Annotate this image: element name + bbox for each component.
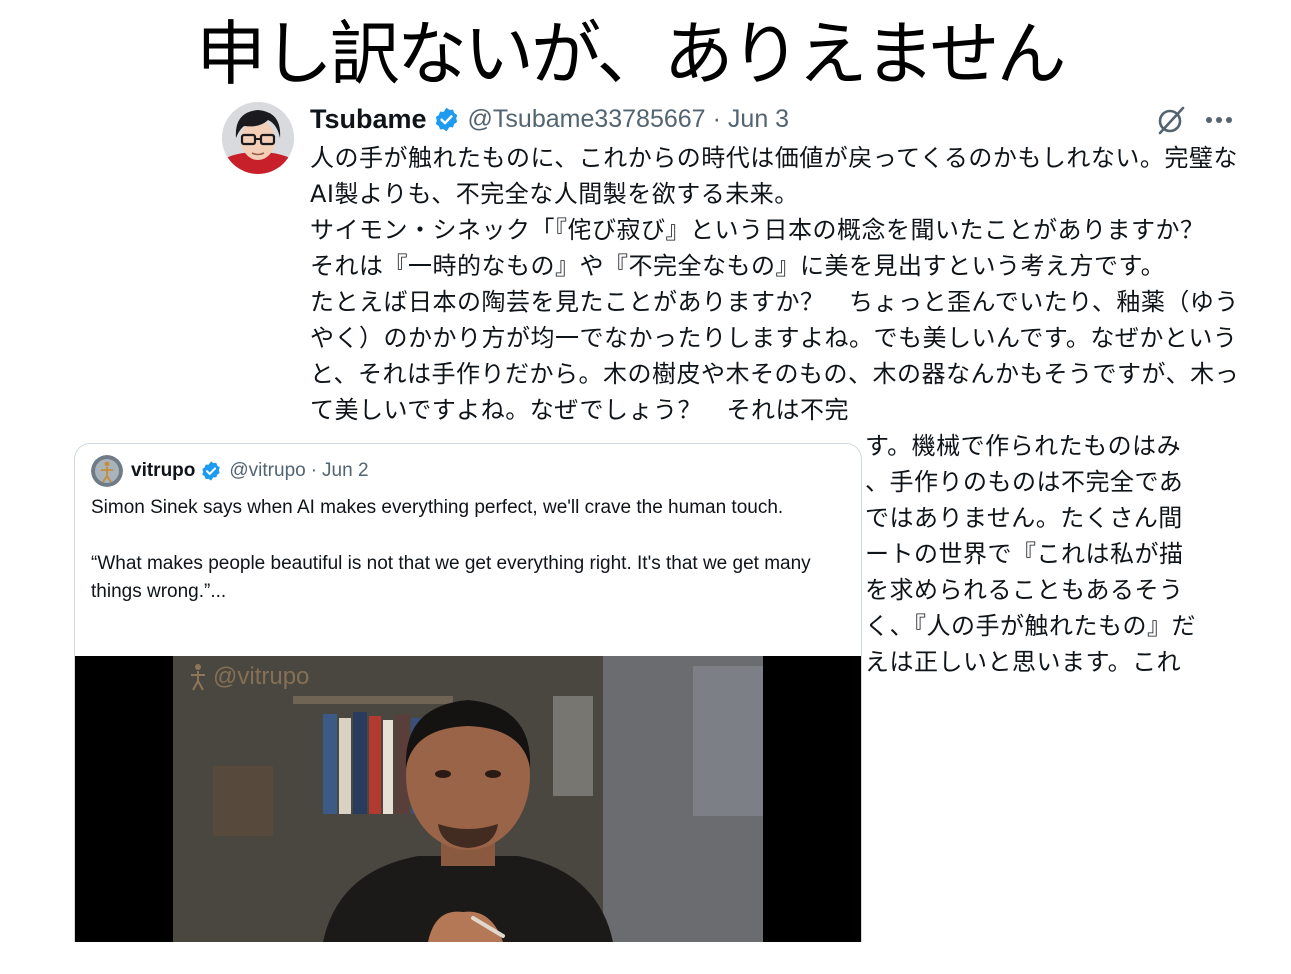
verified-badge-icon bbox=[200, 460, 222, 482]
tweet-paragraph: たとえば日本の陶芸を見たことがありますか？ ちょっと歪んでいたり、釉薬（ゆうやく… bbox=[310, 288, 1240, 424]
quoted-author-avatar[interactable] bbox=[91, 455, 123, 487]
tweet-paragraph: 人の手が触れたものに、これからの時代は価値が戻ってくるのかもしれない。完璧なAI… bbox=[310, 144, 1238, 208]
tweet-author-avatar[interactable] bbox=[222, 102, 294, 174]
quoted-tweet-text: Simon Sinek says when AI makes everythin… bbox=[91, 494, 831, 606]
quoted-tweet-date[interactable]: Jun 2 bbox=[322, 460, 368, 482]
video-player[interactable]: @vitrupo bbox=[75, 656, 861, 942]
quoted-tweet-header: vitrupo @vitrupo · Jun 2 bbox=[91, 455, 369, 487]
quoted-tweet-card[interactable]: vitrupo @vitrupo · Jun 2 Simon Sinek say… bbox=[74, 443, 862, 942]
separator-dot: · bbox=[310, 460, 318, 481]
video-watermark: @vitrupo bbox=[187, 662, 309, 692]
video-thumbnail: @vitrupo bbox=[173, 656, 763, 942]
screenshot-canvas: 申し訳ないが、ありえません Tsubame @Tsubame33785667 ·… bbox=[0, 0, 1291, 974]
tweet-author-handle[interactable]: @Tsubame33785667 bbox=[468, 105, 706, 134]
verified-badge-icon bbox=[433, 106, 460, 133]
separator-dot: · bbox=[712, 104, 721, 133]
quoted-author-name[interactable]: vitrupo bbox=[131, 460, 195, 482]
tweet-author-name[interactable]: Tsubame bbox=[310, 104, 427, 135]
tweet-header: Tsubame @Tsubame33785667 · Jun 3 bbox=[310, 102, 789, 136]
quoted-author-handle[interactable]: @vitrupo bbox=[229, 460, 305, 482]
tweet-date[interactable]: Jun 3 bbox=[728, 105, 789, 134]
tweet-paragraph: サイモン・シネック「『侘び寂び』という日本の概念を聞いたことがありますか？ それ… bbox=[310, 216, 1229, 280]
quoted-text-line: Simon Sinek says when AI makes everythin… bbox=[91, 497, 784, 518]
headline: 申し訳ないが、ありえません bbox=[196, 13, 1066, 95]
quoted-text-quote: “What makes people beautiful is not that… bbox=[91, 553, 811, 602]
more-options-icon[interactable] bbox=[1202, 104, 1236, 136]
grok-icon[interactable] bbox=[1155, 104, 1187, 136]
video-watermark-text: @vitrupo bbox=[213, 663, 310, 690]
